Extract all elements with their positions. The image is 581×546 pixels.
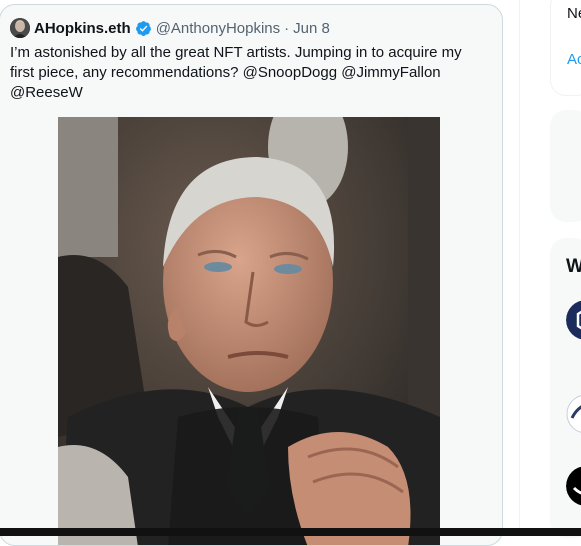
tweet-text: I’m astonished by all the great NFT arti…: [10, 44, 462, 101]
meta-separator: ·: [284, 19, 290, 37]
window-bottom-edge: [0, 528, 581, 536]
tweet-date[interactable]: Jun 8: [293, 20, 330, 37]
tweet-author-row: AHopkins.eth @AnthonyHopkins · Jun 8: [10, 17, 330, 39]
suggested-account-avatar[interactable]: [566, 300, 581, 340]
timeline-column: AHopkins.eth @AnthonyHopkins · Jun 8 I’m…: [0, 0, 520, 546]
sidebar-panel-link[interactable]: Ac: [567, 51, 581, 68]
who-to-follow-heading: W: [566, 256, 581, 277]
author-avatar[interactable]: [10, 18, 30, 38]
portrait-photo: [58, 117, 440, 545]
author-handle[interactable]: @AnthonyHopkins: [156, 20, 280, 37]
sidebar-panel-text: Ne: [567, 5, 581, 22]
author-display-name[interactable]: AHopkins.eth: [34, 20, 131, 37]
tweet-media-photo[interactable]: [58, 117, 440, 545]
who-to-follow-panel: W: [550, 238, 581, 538]
quoted-tweet-card[interactable]: AHopkins.eth @AnthonyHopkins · Jun 8 I’m…: [0, 4, 503, 546]
suggested-account-avatar[interactable]: [566, 466, 581, 506]
column-divider: [519, 0, 520, 536]
sidebar-panel-top: Ne Ac: [550, 0, 581, 96]
suggested-account-avatar[interactable]: [566, 394, 581, 434]
verified-badge-icon: [135, 20, 152, 37]
right-sidebar: Ne Ac W: [550, 0, 581, 538]
sidebar-panel-middle: [550, 110, 581, 222]
